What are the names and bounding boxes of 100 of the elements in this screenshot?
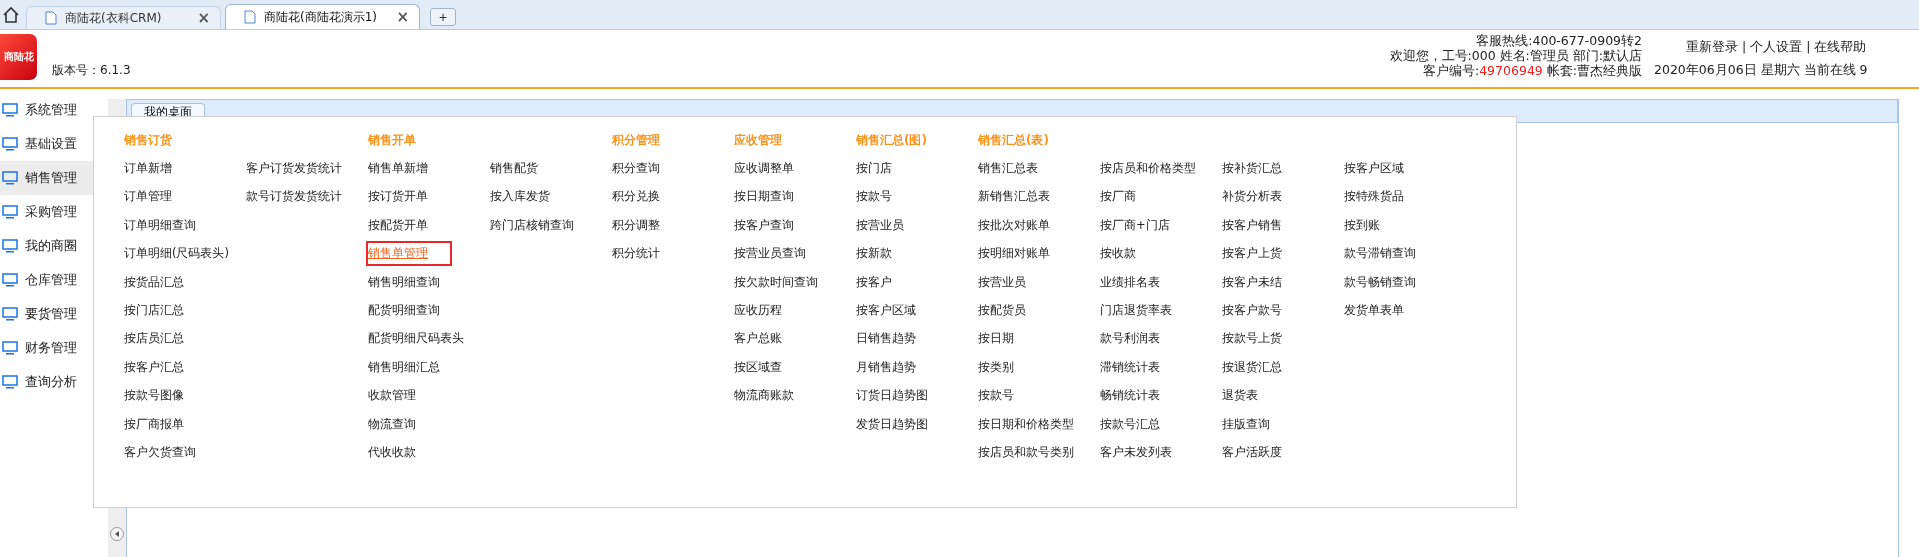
menu-item[interactable]: 客户欠货查询 (124, 437, 196, 467)
menu-item[interactable]: 客户未发列表 (1100, 437, 1172, 467)
menu-item[interactable]: 物流查询 (368, 409, 416, 438)
menu-item[interactable]: 积分统计 (612, 239, 660, 268)
menu-item[interactable]: 销售明细汇总 (368, 352, 440, 382)
menu-item[interactable]: 按配货开单 (368, 210, 428, 240)
menu-item[interactable]: 补货分析表 (1222, 182, 1282, 211)
menu-item[interactable]: 按到账 (1344, 210, 1380, 240)
browser-tab[interactable]: 商陆花(衣科CRM) × (26, 6, 221, 29)
menu-item[interactable]: 按配货员 (978, 295, 1026, 325)
menu-item[interactable]: 按日期查询 (734, 182, 794, 211)
new-tab-button[interactable]: + (430, 8, 456, 26)
menu-item[interactable]: 按店员汇总 (124, 324, 184, 353)
menu-item[interactable]: 按厂商+门店 (1100, 210, 1170, 240)
menu-item[interactable]: 订单管理 (124, 182, 172, 211)
menu-item[interactable]: 挂版查询 (1222, 409, 1270, 438)
menu-item[interactable]: 款号滞销查询 (1344, 239, 1416, 268)
menu-item[interactable]: 按款号图像 (124, 381, 184, 410)
menu-item[interactable]: 按入库发货 (490, 182, 550, 211)
menu-item[interactable]: 按客户汇总 (124, 352, 184, 382)
menu-item[interactable]: 配货明细尺码表头 (368, 324, 464, 353)
menu-item[interactable]: 按货品汇总 (124, 267, 184, 296)
close-button[interactable]: × (396, 8, 409, 26)
menu-item[interactable]: 按欠款时间查询 (734, 267, 818, 296)
menu-item[interactable]: 滞销统计表 (1100, 352, 1160, 382)
menu-item[interactable]: 积分查询 (612, 154, 660, 183)
menu-item[interactable]: 客户订货发货统计 (246, 154, 342, 183)
menu-item[interactable]: 门店退货率表 (1100, 295, 1172, 325)
menu-item[interactable]: 按日期 (978, 324, 1014, 353)
menu-item[interactable]: 发货日趋势图 (856, 409, 928, 438)
menu-item[interactable]: 按退货汇总 (1222, 352, 1282, 382)
menu-item[interactable]: 客户总账 (734, 324, 782, 353)
menu-item[interactable]: 按区域查 (734, 352, 782, 382)
menu-item[interactable]: 按厂商 (1100, 182, 1136, 211)
menu-item[interactable]: 退货表 (1222, 381, 1258, 410)
sidebar-item[interactable]: 财务管理 (0, 331, 108, 365)
menu-item[interactable]: 订单明细查询 (124, 210, 196, 240)
menu-item[interactable]: 按营业员 (856, 210, 904, 240)
header-link[interactable]: 在线帮助 (1814, 39, 1867, 56)
menu-item[interactable]: 新销售汇总表 (978, 182, 1050, 211)
menu-item[interactable]: 按营业员查询 (734, 239, 806, 268)
menu-item[interactable]: 销售配货 (490, 154, 538, 183)
menu-item[interactable]: 日销售趋势 (856, 324, 916, 353)
sidebar-item[interactable]: 系统管理 (0, 93, 108, 127)
menu-item[interactable]: 按款号 (978, 381, 1014, 410)
menu-item[interactable]: 按店员和款号类别 (978, 437, 1074, 467)
menu-item[interactable]: 配货明细查询 (368, 295, 440, 325)
menu-item[interactable]: 按明细对账单 (978, 239, 1050, 268)
menu-item[interactable]: 按客户上货 (1222, 239, 1282, 268)
menu-item[interactable]: 按客户未结 (1222, 267, 1282, 296)
sidebar-item[interactable]: 采购管理 (0, 195, 108, 229)
header-link[interactable]: 个人设置 (1750, 39, 1803, 56)
menu-item[interactable]: 按门店汇总 (124, 295, 184, 325)
menu-item[interactable]: 按客户 (856, 267, 892, 296)
menu-item[interactable]: 按收款 (1100, 239, 1136, 268)
menu-item[interactable]: 款号畅销查询 (1344, 267, 1416, 296)
menu-item[interactable]: 应收调整单 (734, 154, 794, 183)
menu-item[interactable]: 按款号 (856, 182, 892, 211)
menu-item[interactable]: 收款管理 (368, 381, 416, 410)
menu-item[interactable]: 按客户销售 (1222, 210, 1282, 240)
menu-item[interactable]: 积分调整 (612, 210, 660, 240)
menu-item[interactable]: 按款号上货 (1222, 324, 1282, 353)
menu-item[interactable]: 按订货开单 (368, 182, 428, 211)
menu-item[interactable]: 订货日趋势图 (856, 381, 928, 410)
menu-item[interactable]: 按类别 (978, 352, 1014, 382)
menu-item[interactable]: 积分兑换 (612, 182, 660, 211)
sidebar-item[interactable]: 我的商圈 (0, 229, 108, 263)
menu-item[interactable]: 按门店 (856, 154, 892, 183)
menu-item[interactable]: 按日期和价格类型 (978, 409, 1074, 438)
menu-item[interactable]: 畅销统计表 (1100, 381, 1160, 410)
menu-item[interactable]: 销售明细查询 (368, 267, 440, 296)
menu-item[interactable]: 按款号汇总 (1100, 409, 1160, 438)
menu-item[interactable]: 按新款 (856, 239, 892, 268)
menu-item[interactable]: 按厂商报单 (124, 409, 184, 438)
menu-item[interactable]: 订单新增 (124, 154, 172, 183)
menu-item[interactable]: 按店员和价格类型 (1100, 154, 1196, 183)
menu-item[interactable]: 月销售趋势 (856, 352, 916, 382)
sidebar-item[interactable]: 查询分析 (0, 365, 108, 399)
menu-item[interactable]: 客户活跃度 (1222, 437, 1282, 467)
menu-item[interactable]: 款号订货发货统计 (246, 182, 342, 211)
sidebar-item[interactable]: 基础设置 (0, 127, 108, 161)
menu-item[interactable]: 按营业员 (978, 267, 1026, 296)
menu-item[interactable]: 按特殊货品 (1344, 182, 1404, 211)
menu-item[interactable]: 物流商账款 (734, 381, 794, 410)
menu-item[interactable]: 销售汇总表 (978, 154, 1038, 183)
menu-item[interactable]: 发货单表单 (1344, 295, 1404, 325)
menu-item[interactable]: 按客户款号 (1222, 295, 1282, 325)
menu-item[interactable]: 款号利润表 (1100, 324, 1160, 353)
home-icon[interactable] (2, 6, 20, 24)
collapse-button[interactable] (110, 527, 124, 541)
menu-item[interactable]: 业绩排名表 (1100, 267, 1160, 296)
header-link[interactable]: 重新登录 (1686, 39, 1738, 56)
close-button[interactable]: × (197, 9, 210, 27)
menu-item[interactable]: 跨门店核销查询 (490, 210, 574, 240)
menu-item[interactable]: 按批次对账单 (978, 210, 1050, 240)
menu-item[interactable]: 按客户查询 (734, 210, 794, 240)
menu-item[interactable]: 按客户区域 (1344, 154, 1404, 183)
menu-item[interactable]: 按补货汇总 (1222, 154, 1282, 183)
menu-item[interactable]: 代收收款 (368, 437, 416, 467)
menu-item[interactable]: 应收历程 (734, 295, 782, 325)
